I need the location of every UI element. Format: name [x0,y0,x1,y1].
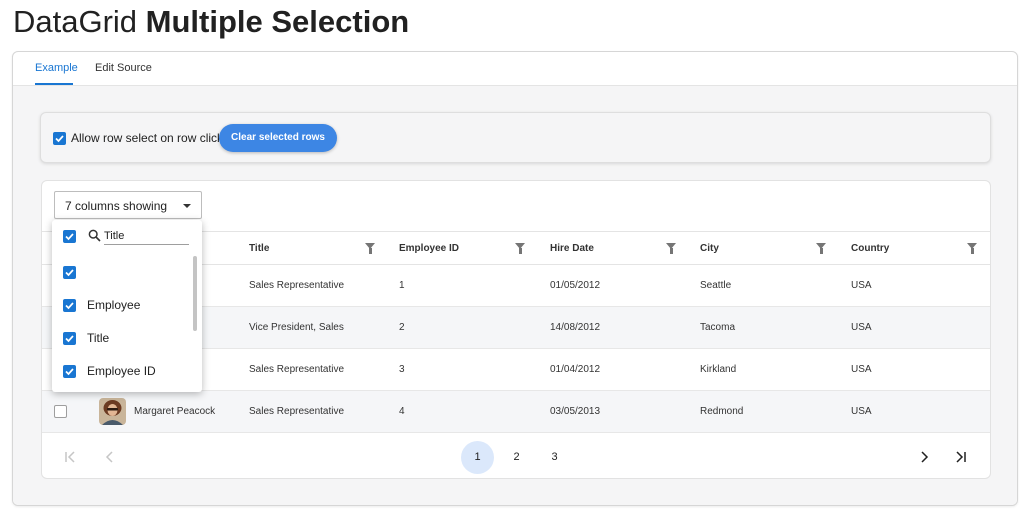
clear-selected-rows-button[interactable]: Clear selected rows [219,124,337,152]
cell-title: Sales Representative [249,406,345,417]
first-page-icon[interactable] [64,451,76,464]
filter-icon[interactable] [365,243,375,254]
columns-toggle-dropdown[interactable]: 7 columns showing [54,191,202,219]
tab-edit-source[interactable]: Edit Source [95,62,152,74]
caret-down-icon [183,204,191,208]
cell-employee-id: 1 [399,280,405,291]
table-row[interactable]: Margaret Peacock Sales Representative 4 … [42,391,990,433]
cell-employee-id: 2 [399,322,405,333]
column-option[interactable] [52,256,190,289]
column-option-checkbox[interactable] [63,266,76,279]
header-city[interactable]: City [700,243,719,254]
page-title-main: Multiple Selection [145,4,410,39]
column-option-checkbox[interactable] [63,365,76,378]
active-tab-indicator [35,83,73,85]
next-page-icon[interactable] [918,451,930,464]
column-option[interactable]: Employee [52,289,190,322]
column-option[interactable]: Employee ID [52,355,190,388]
cell-title: Sales Representative [249,280,345,291]
page-3-button[interactable]: 3 [538,441,571,474]
header-country[interactable]: Country [851,243,889,254]
cell-employee-name: Margaret Peacock [134,406,216,417]
columns-toggle-label: 7 columns showing [65,199,168,213]
header-hire-date[interactable]: Hire Date [550,243,594,254]
cell-title: Vice President, Sales [249,322,344,333]
cell-country: USA [851,364,872,375]
search-icon [88,229,101,247]
dropdown-scrollbar[interactable] [193,256,197,331]
column-option[interactable]: Title [52,322,190,355]
cell-hire-date: 01/04/2012 [550,364,601,375]
row-select-checkbox[interactable] [54,405,67,418]
cell-hire-date: 14/08/2012 [550,322,601,333]
filter-icon[interactable] [967,243,977,254]
cell-city: Redmond [700,406,744,417]
cell-city: Tacoma [700,322,736,333]
cell-employee-id: 4 [399,406,405,417]
options-panel: Allow row select on row click Clear sele… [40,112,991,163]
last-page-icon[interactable] [955,451,967,464]
cell-title: Sales Representative [249,364,345,375]
filter-icon[interactable] [515,243,525,254]
select-all-columns-checkbox[interactable] [63,230,76,243]
pagination: 1 2 3 [42,434,990,478]
header-employee-id[interactable]: Employee ID [399,243,459,254]
previous-page-icon[interactable] [104,451,116,464]
page-1-button[interactable]: 1 [461,441,494,474]
tab-example[interactable]: Example [35,62,78,74]
cell-city: Kirkland [700,364,737,375]
column-chooser-dropdown: Employee Title Employee ID [52,220,202,392]
tab-bar: Example Edit Source [13,52,1017,86]
allow-row-select-checkbox[interactable] [53,132,66,145]
cell-country: USA [851,406,872,417]
column-search-input[interactable] [104,227,189,245]
cell-hire-date: 01/05/2012 [550,280,601,291]
column-option-label: Title [87,331,110,345]
allow-row-select-label[interactable]: Allow row select on row click [71,131,223,145]
cell-city: Seattle [700,280,732,291]
avatar [99,398,126,425]
page-title: DataGrid Multiple Selection [13,4,409,40]
cell-country: USA [851,280,872,291]
column-option-label: Employee ID [87,364,156,378]
filter-icon[interactable] [816,243,826,254]
filter-icon[interactable] [666,243,676,254]
column-option-label: Employee [87,298,141,312]
cell-employee-id: 3 [399,364,405,375]
cell-hire-date: 03/05/2013 [550,406,601,417]
header-title[interactable]: Title [249,243,269,254]
column-option-checkbox[interactable] [63,332,76,345]
page-title-prefix: DataGrid [13,4,138,39]
cell-country: USA [851,322,872,333]
column-option-checkbox[interactable] [63,299,76,312]
page-2-button[interactable]: 2 [500,441,533,474]
